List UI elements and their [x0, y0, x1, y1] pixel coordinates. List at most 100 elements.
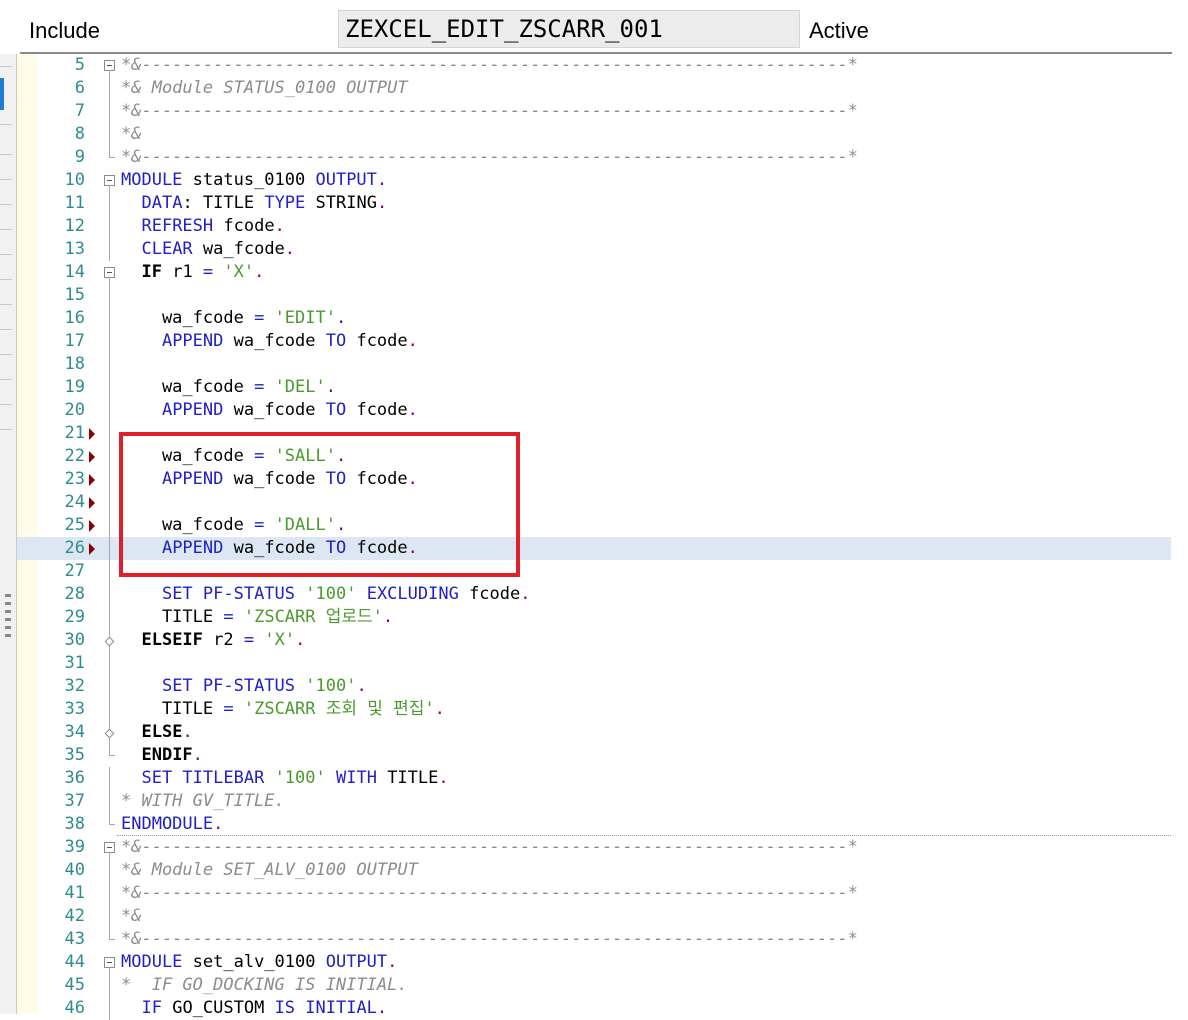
code-text[interactable]: ENDMODULE.: [121, 813, 223, 836]
object-status-label: Active: [809, 18, 869, 43]
code-line[interactable]: 37 * WITH GV_TITLE.: [17, 790, 1171, 813]
code-token: .: [274, 216, 285, 236]
code-text[interactable]: *&: [121, 123, 141, 146]
code-line[interactable]: 13 CLEAR wa_fcode.: [17, 238, 1171, 261]
code-line[interactable]: 39 *&------------------------------------…: [17, 836, 1171, 859]
code-line[interactable]: 43 *&------------------------------------…: [17, 928, 1171, 951]
splitter-grip-icon[interactable]: [5, 634, 11, 637]
code-text[interactable]: APPEND wa_fcode TO fcode.: [121, 330, 418, 353]
code-text[interactable]: * IF GO_DOCKING IS INITIAL.: [121, 974, 408, 997]
code-line[interactable]: 16 wa_fcode = 'EDIT'.: [17, 307, 1171, 330]
code-text[interactable]: *&--------------------------------------…: [121, 836, 858, 859]
splitter-grip-icon[interactable]: [5, 594, 11, 597]
code-text[interactable]: IF r1 = 'X'.: [121, 261, 264, 284]
code-line[interactable]: 12 REFRESH fcode.: [17, 215, 1171, 238]
code-line[interactable]: 36 SET TITLEBAR '100' WITH TITLE.: [17, 767, 1171, 790]
code-line[interactable]: 34 ELSE.: [17, 721, 1171, 744]
code-line[interactable]: 30 ELSEIF r2 = 'X'.: [17, 629, 1171, 652]
splitter-grip-icon[interactable]: [5, 610, 11, 613]
code-text[interactable]: MODULE status_0100 OUTPUT.: [121, 169, 387, 192]
code-token: '100': [305, 676, 357, 696]
code-text[interactable]: REFRESH fcode.: [121, 215, 285, 238]
fold-guide: [109, 353, 110, 376]
code-line[interactable]: 41 *&------------------------------------…: [17, 882, 1171, 905]
code-token: fcode: [213, 216, 275, 236]
code-text[interactable]: ENDIF.: [121, 744, 202, 767]
code-text[interactable]: * WITH GV_TITLE.: [121, 790, 285, 813]
code-line[interactable]: 9 *&-------------------------------------…: [17, 146, 1171, 169]
code-text[interactable]: MODULE set_alv_0100 OUTPUT.: [121, 951, 397, 974]
code-text[interactable]: *&--------------------------------------…: [121, 882, 858, 905]
line-number: 8: [74, 124, 85, 144]
code-line[interactable]: 7 *&-------------------------------------…: [17, 100, 1171, 123]
splitter-grip-icon[interactable]: [5, 626, 11, 629]
code-line[interactable]: 28 SET PF-STATUS '100' EXCLUDING fcode.: [17, 583, 1171, 606]
code-text[interactable]: ELSEIF r2 = 'X'.: [121, 629, 305, 652]
code-line[interactable]: 8 *&: [17, 123, 1171, 146]
change-marker-icon: [89, 428, 95, 440]
code-text[interactable]: *& Module SET_ALV_0100 OUTPUT: [121, 859, 418, 882]
code-text[interactable]: IF GO_CUSTOM IS INITIAL.: [121, 997, 387, 1020]
code-text[interactable]: *&--------------------------------------…: [121, 146, 858, 169]
code-line[interactable]: 14 IF r1 = 'X'.: [17, 261, 1171, 284]
line-number: 11: [64, 193, 85, 213]
strip-divider: [0, 329, 12, 330]
object-type-label: Include: [29, 18, 100, 43]
code-line[interactable]: 15: [17, 284, 1171, 307]
code-token: TO: [325, 331, 347, 351]
splitter-grip-icon[interactable]: [5, 618, 11, 621]
code-text[interactable]: SET TITLEBAR '100' WITH TITLE.: [121, 767, 448, 790]
code-text[interactable]: *&--------------------------------------…: [121, 54, 858, 77]
line-number: 15: [64, 285, 85, 305]
code-line[interactable]: 11 DATA: TITLE TYPE STRING.: [17, 192, 1171, 215]
code-text[interactable]: wa_fcode = 'DEL'.: [121, 376, 336, 399]
code-line[interactable]: 33 TITLE = 'ZSCARR 조회 및 편집'.: [17, 698, 1171, 721]
code-text[interactable]: *&--------------------------------------…: [121, 928, 858, 951]
code-text[interactable]: *& Module STATUS_0100 OUTPUT: [121, 77, 408, 100]
code-text[interactable]: APPEND wa_fcode TO fcode.: [121, 399, 418, 422]
code-line[interactable]: 42 *&: [17, 905, 1171, 928]
object-name-field[interactable]: ZEXCEL_EDIT_ZSCARR_001: [338, 10, 800, 48]
code-text[interactable]: wa_fcode = 'EDIT'.: [121, 307, 346, 330]
code-text[interactable]: SET PF-STATUS '100' EXCLUDING fcode.: [121, 583, 531, 606]
code-text[interactable]: ELSE.: [121, 721, 192, 744]
code-line[interactable]: 44 MODULE set_alv_0100 OUTPUT.: [17, 951, 1171, 974]
code-line[interactable]: 29 TITLE = 'ZSCARR 업로드'.: [17, 606, 1171, 629]
code-line[interactable]: 40 *& Module SET_ALV_0100 OUTPUT: [17, 859, 1171, 882]
code-line[interactable]: 45 * IF GO_DOCKING IS INITIAL.: [17, 974, 1171, 997]
fold-guide: [109, 514, 110, 537]
highlight-box: [119, 432, 520, 577]
code-line[interactable]: 31: [17, 652, 1171, 675]
code-line[interactable]: 10 MODULE status_0100 OUTPUT.: [17, 169, 1171, 192]
left-toolbar-strip[interactable]: [0, 54, 17, 1014]
code-text[interactable]: *&--------------------------------------…: [121, 100, 858, 123]
fold-guide: [109, 537, 110, 560]
code-line[interactable]: 17 APPEND wa_fcode TO fcode.: [17, 330, 1171, 353]
line-number: 16: [64, 308, 85, 328]
code-line[interactable]: 32 SET PF-STATUS '100'.: [17, 675, 1171, 698]
code-text[interactable]: *&: [121, 905, 141, 928]
code-text[interactable]: TITLE = 'ZSCARR 업로드'.: [121, 606, 393, 629]
code-text[interactable]: SET PF-STATUS '100'.: [121, 675, 367, 698]
code-line[interactable]: 38 ENDMODULE.: [17, 813, 1171, 836]
code-line[interactable]: 20 APPEND wa_fcode TO fcode.: [17, 399, 1171, 422]
code-line[interactable]: 46 IF GO_CUSTOM IS INITIAL.: [17, 997, 1171, 1020]
code-line[interactable]: 5 *&-------------------------------------…: [17, 54, 1171, 77]
code-token: IF: [141, 262, 162, 282]
code-line[interactable]: 18: [17, 353, 1171, 376]
code-line[interactable]: 19 wa_fcode = 'DEL'.: [17, 376, 1171, 399]
fold-guide: [109, 123, 110, 146]
code-line[interactable]: 35 ENDIF.: [17, 744, 1171, 767]
line-number: 10: [64, 170, 85, 190]
code-token: =: [223, 699, 234, 719]
code-line[interactable]: 6 *& Module STATUS_0100 OUTPUT: [17, 77, 1171, 100]
splitter-grip-icon[interactable]: [5, 602, 11, 605]
code-text[interactable]: TITLE = 'ZSCARR 조회 및 편집'.: [121, 698, 445, 721]
code-text[interactable]: DATA: TITLE TYPE STRING.: [121, 192, 387, 215]
code-token: '100': [305, 584, 357, 604]
code-text[interactable]: CLEAR wa_fcode.: [121, 238, 295, 261]
